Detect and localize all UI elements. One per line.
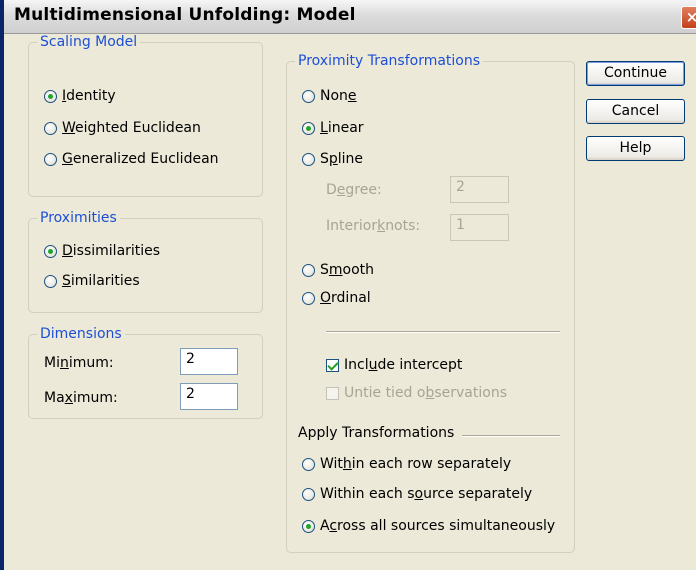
radio-indicator[interactable] [302,89,315,103]
radio-identity-label: Identity [62,88,116,104]
radio-within-source-label: Within each source separately [320,486,533,502]
radio-dissimilarities[interactable]: Dissimilarities [44,243,160,259]
degree-field[interactable]: 2 [450,176,509,203]
title-bar: Multidimensional Unfolding: Model × [0,0,696,34]
radio-indicator[interactable] [302,519,315,533]
include-intercept-checkbox[interactable]: Include intercept [326,357,462,373]
radio-across-all-sources[interactable]: Across all sources simultaneously [302,518,555,534]
untie-tied-label: Untie tied observations [344,385,507,401]
radio-smooth[interactable]: Smooth [302,262,374,278]
checkbox-indicator[interactable] [326,358,339,372]
degree-label: De gree: [326,182,382,198]
radio-within-row-label: Within each row separately [320,456,512,472]
include-intercept-label: Include intercept [344,357,463,373]
radio-generalized-euclidean[interactable]: Generalized Euclidean [44,151,219,167]
radio-indicator[interactable] [302,121,315,135]
continue-button[interactable]: Continue [586,61,685,86]
radio-weighted-euclidean[interactable]: Weighted Euclidean [44,120,201,136]
proximities-group: Proximities [28,210,263,313]
apply-transformations-separator [462,435,560,437]
minimum-label: Mi n imum: [44,355,114,371]
proximities-legend: Proximities [40,210,117,226]
radio-identity[interactable]: Identity [44,88,116,104]
radio-spline-label: Spline [320,151,364,167]
radio-indicator[interactable] [44,89,57,103]
scaling-model-legend: Scaling Model [40,34,138,50]
radio-indicator[interactable] [302,291,315,305]
radio-none-label: None [320,88,357,104]
radio-similarities[interactable]: Similarities [44,273,140,289]
separator [326,331,560,333]
proximity-transformations-legend: Proximity Transformations [298,53,481,69]
radio-indicator[interactable] [302,487,315,501]
radio-indicator[interactable] [302,457,315,471]
maximum-field[interactable]: 2 [180,383,238,410]
radio-indicator[interactable] [302,152,315,166]
interior-knots-label: Interior k nots: [326,218,421,234]
radio-indicator[interactable] [44,274,57,288]
scaling-model-group: Scaling Model [28,34,263,197]
radio-indicator[interactable] [44,121,57,135]
radio-smooth-label: Smooth [320,262,375,278]
maximum-label: Ma x imum: [44,390,118,406]
radio-weighted-euclidean-label: Weighted Euclidean [62,120,201,136]
apply-transformations-label: Apply Transformations [298,425,455,441]
checkbox-indicator[interactable] [326,386,339,400]
dialog-window: Multidimensional Unfolding: Model × Scal… [0,0,696,570]
radio-ordinal-label: Ordinal [320,290,371,306]
radio-linear-label: Linear [320,120,364,136]
radio-spline[interactable]: Spline [302,151,363,167]
radio-none[interactable]: None [302,88,357,104]
radio-across-all-sources-label: Across all sources simultaneously [320,518,556,534]
radio-within-row[interactable]: Within each row separately [302,456,511,472]
minimum-field[interactable]: 2 [180,348,238,375]
radio-indicator[interactable] [44,244,57,258]
radio-generalized-euclidean-label: Generalized Euclidean [62,151,219,167]
radio-ordinal[interactable]: Ordinal [302,290,371,306]
dimensions-legend: Dimensions [40,326,122,342]
window-title: Multidimensional Unfolding: Model [14,5,356,25]
cancel-button[interactable]: Cancel [586,99,685,124]
radio-within-source[interactable]: Within each source separately [302,486,532,502]
radio-similarities-label: Similarities [62,273,140,289]
radio-indicator[interactable] [44,152,57,166]
radio-dissimilarities-label: Dissimilarities [62,243,161,259]
radio-linear[interactable]: Linear [302,120,364,136]
interior-knots-field[interactable]: 1 [450,214,509,241]
radio-indicator[interactable] [302,263,315,277]
untie-tied-checkbox[interactable]: Untie tied observations [326,385,507,401]
close-icon[interactable]: × [681,6,696,29]
dialog-body: Scaling Model Identity Weighted Euclidea… [4,34,696,570]
help-button[interactable]: Help [586,136,685,161]
